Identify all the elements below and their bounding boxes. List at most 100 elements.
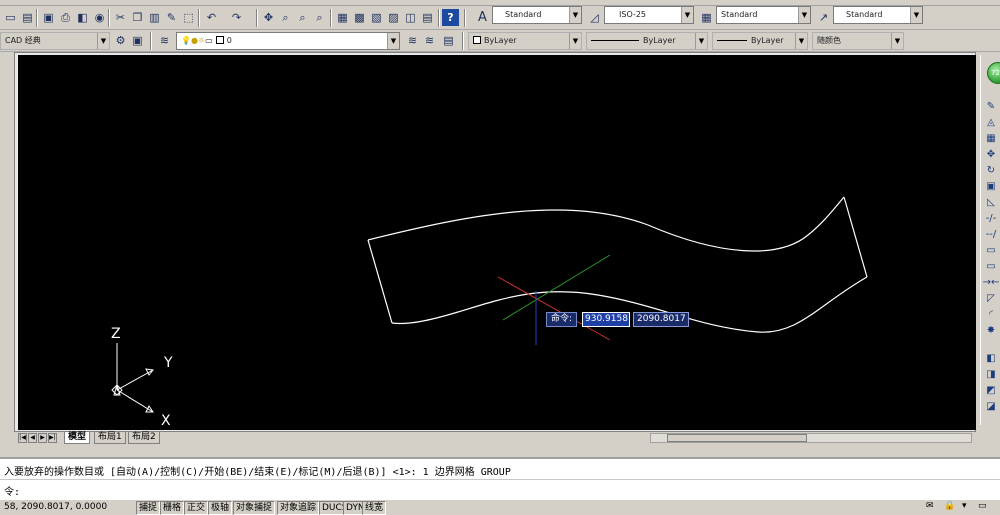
axis-label-z: Z — [111, 326, 121, 342]
tool-palettes-icon[interactable]: ▧ — [368, 9, 385, 26]
osnap-toggle[interactable]: 对象捕捉 — [233, 501, 276, 515]
explode-icon[interactable]: ✸ — [983, 323, 999, 338]
text-style-select[interactable]: Standard ▼ — [492, 6, 582, 24]
dim-style-icon: ◿ — [590, 11, 599, 24]
vertical-scrollbar[interactable] — [976, 52, 979, 432]
drawing-svg: Z Y X — [111, 196, 868, 429]
draworder-under-icon[interactable]: ◪ — [983, 399, 999, 414]
surface-left-edge — [367, 239, 393, 324]
copy-icon[interactable]: ❐ — [129, 9, 146, 26]
block-editor-icon[interactable]: ⬚ — [180, 9, 197, 26]
properties-icon[interactable]: ▦ — [334, 9, 351, 26]
rotate-icon[interactable]: ↻ — [983, 163, 999, 178]
preview-icon[interactable]: ◧ — [74, 9, 91, 26]
new-icon[interactable]: ▭ — [2, 9, 19, 26]
draworder-front-icon[interactable]: ◧ — [983, 351, 999, 366]
open-icon[interactable]: ▤ — [19, 9, 36, 26]
layer-previous-icon[interactable]: ≋ — [421, 32, 438, 49]
layer-match-icon[interactable]: ▤ — [440, 32, 457, 49]
multileader-style-icon: ↗ — [818, 11, 829, 24]
draworder-above-icon[interactable]: ◩ — [983, 383, 999, 398]
text-style-icon: A — [478, 10, 487, 25]
match-properties-icon[interactable]: ✎ — [163, 9, 180, 26]
prev-tab-icon[interactable]: ◀ — [28, 433, 37, 443]
clean-screen-icon[interactable]: ▭ — [978, 501, 987, 511]
comm-center-icon[interactable]: ✉ — [926, 501, 934, 511]
dynamic-input-y-field[interactable]: 2090.8017 — [633, 312, 689, 327]
help-icon[interactable]: ? — [442, 9, 459, 26]
make-current-layer-icon[interactable]: ≋ — [404, 32, 421, 49]
grid-toggle[interactable]: 栅格 — [160, 501, 185, 515]
offset-icon[interactable]: ✥ — [983, 147, 999, 162]
status-bar: 58, 2090.8017, 0.0000 捕捉 栅格 正交 极轴 对象捕捉 对… — [0, 499, 1000, 515]
lineweight-select[interactable]: ByLayer ▼ — [712, 32, 808, 50]
stretch-icon[interactable]: ◺ — [983, 195, 999, 210]
table-style-select[interactable]: Standard ▼ — [716, 6, 811, 24]
publish-icon[interactable]: ◉ — [91, 9, 108, 26]
surface-right-edge — [843, 196, 868, 278]
last-tab-icon[interactable]: ▶| — [48, 433, 57, 443]
axis-label-x: X — [161, 413, 171, 429]
workspace-settings-icon[interactable]: ⚙ — [112, 32, 129, 49]
break-at-point-icon[interactable]: ▭ — [983, 259, 999, 274]
command-prompt[interactable]: 令: — [4, 483, 20, 498]
chamfer-icon[interactable]: ◸ — [983, 291, 999, 306]
calculator-icon[interactable]: ▤ — [419, 9, 436, 26]
erase-icon[interactable]: ✎ — [983, 99, 999, 114]
modify-toolbar: ✎ ◬ ▦ ✥ ↻ ▣ ◺ -/- --/ ▭ ▭ →← ◸ ◜ ✸ ◧ ◨ ◩… — [980, 55, 1000, 425]
command-history: 入要放弃的操作数目或 [自动(A)/控制(C)/开始(BE)/结束(E)/标记(… — [4, 467, 511, 478]
join-icon[interactable]: →← — [983, 275, 1000, 290]
print-icon[interactable]: ⎙ — [57, 9, 74, 26]
paste-icon[interactable]: ▥ — [146, 9, 163, 26]
break-icon[interactable]: ▭ — [983, 243, 999, 258]
tab-layout1[interactable]: 布局1 — [94, 432, 126, 444]
cut-icon[interactable]: ✂ — [112, 9, 129, 26]
zoom-realtime-icon[interactable]: ⌕ — [277, 9, 294, 26]
plotstyle-select[interactable]: 随颜色 ▼ — [812, 32, 904, 50]
command-window[interactable]: 入要放弃的操作数目或 [自动(A)/控制(C)/开始(BE)/结束(E)/标记(… — [0, 457, 1000, 499]
markup-icon[interactable]: ◫ — [402, 9, 419, 26]
pan-icon[interactable]: ✥ — [260, 9, 277, 26]
ucs-icon — [111, 343, 154, 413]
first-tab-icon[interactable]: |◀ — [18, 433, 27, 443]
draworder-back-icon[interactable]: ◨ — [983, 367, 999, 382]
coordinate-readout[interactable]: 58, 2090.8017, 0.0000 — [4, 502, 107, 512]
standard-toolbar: ▭ ▤ ▣ ⎙ ◧ ◉ ✂ ❐ ▥ ✎ ⬚ ↶ ↷ ✥ ⌕ ⌕ ⌕ ▦ ▩ ▧ … — [0, 6, 1000, 30]
trim-icon[interactable]: -/- — [983, 211, 999, 226]
tab-layout2[interactable]: 布局2 — [128, 432, 160, 444]
multileader-style-select[interactable]: Standard ▼ — [833, 6, 923, 24]
fillet-icon[interactable]: ◜ — [983, 307, 999, 322]
table-style-icon: ▦ — [701, 11, 712, 24]
mirror-icon[interactable]: ▦ — [983, 131, 999, 146]
lock-icon[interactable]: 🔒 — [944, 501, 955, 511]
lineweight-toggle[interactable]: 线宽 — [362, 501, 387, 515]
otrack-toggle[interactable]: 对象追踪 — [277, 501, 320, 515]
horizontal-scrollbar[interactable] — [650, 433, 972, 443]
redo-icon[interactable]: ↷ — [228, 9, 245, 26]
copy-object-icon[interactable]: ◬ — [983, 115, 999, 130]
zoom-previous-icon[interactable]: ⌕ — [311, 9, 328, 26]
snap-toggle[interactable]: 捕捉 — [136, 501, 161, 515]
dim-style-select[interactable]: ISO-25 ▼ — [604, 6, 694, 24]
ortho-toggle[interactable]: 正交 — [184, 501, 209, 515]
workspace-save-icon[interactable]: ▣ — [129, 32, 146, 49]
color-select[interactable]: ByLayer ▼ — [468, 32, 582, 50]
dynamic-input-x-field[interactable]: 930.9158 — [582, 312, 630, 327]
scale-icon[interactable]: ▣ — [983, 179, 999, 194]
workspace-select[interactable]: CAD 经典 ▼ — [0, 32, 110, 50]
tray-settings-icon[interactable]: ▾ — [962, 501, 967, 511]
undo-icon[interactable]: ↶ — [203, 9, 220, 26]
tab-model[interactable]: 模型 — [64, 432, 91, 444]
horizontal-scroll-thumb[interactable] — [667, 434, 807, 442]
save-icon[interactable]: ▣ — [40, 9, 57, 26]
polar-toggle[interactable]: 极轴 — [208, 501, 233, 515]
drawing-canvas[interactable]: Z Y X — [18, 55, 976, 430]
extend-icon[interactable]: --/ — [983, 227, 999, 242]
layer-select[interactable]: 💡●☼▭ 0 ▼ — [176, 32, 400, 50]
sheet-set-icon[interactable]: ▨ — [385, 9, 402, 26]
next-tab-icon[interactable]: ▶ — [38, 433, 47, 443]
design-center-icon[interactable]: ▩ — [351, 9, 368, 26]
layer-manager-icon[interactable]: ≋ — [156, 32, 173, 49]
linetype-select[interactable]: ByLayer ▼ — [586, 32, 708, 50]
zoom-window-icon[interactable]: ⌕ — [294, 9, 311, 26]
